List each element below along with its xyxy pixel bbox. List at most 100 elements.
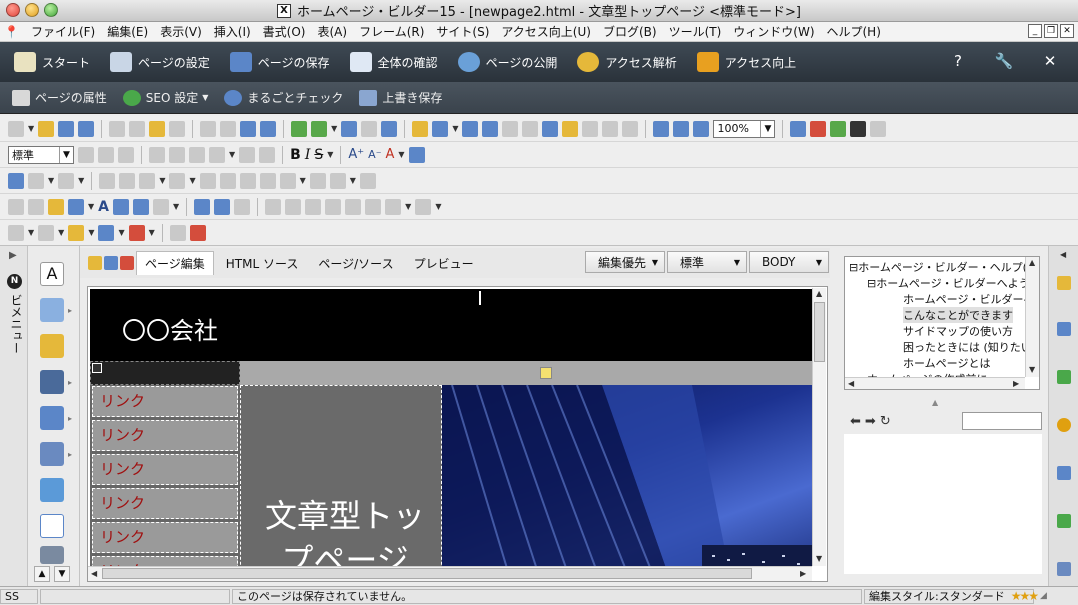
seo-settings-button[interactable]: SEO 設定 ▼ bbox=[122, 89, 208, 106]
table-delete-icon[interactable] bbox=[359, 172, 376, 189]
scroll-left-icon[interactable]: ◀ bbox=[848, 379, 854, 388]
delete-page-icon[interactable] bbox=[128, 224, 145, 241]
group-icon[interactable] bbox=[415, 198, 432, 215]
align-obj-bottom-icon[interactable] bbox=[365, 198, 382, 215]
tree-item-homepage[interactable]: ホームページとは bbox=[903, 355, 990, 371]
align-obj-left-icon[interactable] bbox=[265, 198, 282, 215]
wrench-icon[interactable]: 🔧 bbox=[994, 52, 1014, 70]
doc-restore-button[interactable]: ❐ bbox=[1044, 24, 1058, 38]
page-settings-button[interactable]: ページの設定 bbox=[110, 52, 210, 72]
table-row-icon[interactable] bbox=[28, 172, 44, 189]
tree-item-welcome[interactable]: ⊟ホームページ・ビルダーへようこ bbox=[867, 275, 1039, 291]
publish-button[interactable]: ページの公開 bbox=[457, 52, 557, 72]
tree-item-root[interactable]: ⊟ホームページ・ビルダー・ヘルプ(目 bbox=[849, 259, 1038, 275]
cell-style-icon[interactable] bbox=[259, 172, 276, 189]
find-icon[interactable] bbox=[240, 120, 257, 137]
chevron-down-icon[interactable]: ▼ bbox=[350, 176, 356, 185]
page-canvas[interactable]: 〇〇会社 リンク リンク リンク リンク リンク リンク 文章型トップページ bbox=[87, 286, 828, 582]
tab-page-source[interactable]: ページ/ソース bbox=[310, 252, 401, 275]
redo-icon[interactable] bbox=[220, 120, 237, 137]
text-art-icon[interactable] bbox=[40, 298, 64, 322]
refresh-icon[interactable]: ↻ bbox=[880, 414, 891, 429]
chevron-down-icon[interactable]: ▼ bbox=[28, 228, 34, 237]
page-tab-icon[interactable] bbox=[120, 256, 134, 270]
table-insert-palette-icon[interactable] bbox=[40, 478, 64, 502]
menu-help[interactable]: ヘルプ(H) bbox=[821, 23, 887, 40]
replace-icon[interactable] bbox=[260, 120, 277, 137]
palette-tool-icon[interactable] bbox=[1057, 276, 1071, 290]
scroll-right-icon[interactable]: ▶ bbox=[800, 569, 806, 578]
image-icon[interactable] bbox=[432, 120, 449, 137]
page-link-3[interactable]: リンク bbox=[92, 454, 238, 485]
menu-tools[interactable]: ツール(T) bbox=[663, 23, 728, 40]
scroll-up-icon[interactable]: ▲ bbox=[816, 289, 822, 298]
expand-triangle-icon[interactable]: ◀ bbox=[1060, 250, 1066, 259]
expand-triangle-icon[interactable]: ▶ bbox=[9, 250, 17, 261]
row-height-icon[interactable] bbox=[219, 172, 236, 189]
window-icon[interactable] bbox=[381, 120, 398, 137]
view-s-icon[interactable] bbox=[810, 120, 827, 137]
more-insert-icon[interactable] bbox=[40, 546, 64, 564]
help-tree[interactable]: ⊟ホームページ・ビルダー・ヘルプ(目 ⊟ホームページ・ビルダーへようこ ホームペ… bbox=[844, 256, 1040, 390]
cell-size-icon[interactable] bbox=[199, 172, 216, 189]
collapse-icon[interactable]: ⊟ bbox=[867, 277, 876, 290]
page-link-5[interactable]: リンク bbox=[92, 522, 238, 553]
yen-icon[interactable] bbox=[1057, 418, 1071, 432]
layout-icon[interactable] bbox=[341, 120, 358, 137]
edit-pencil-icon[interactable] bbox=[540, 367, 552, 379]
frame-icon[interactable] bbox=[361, 120, 378, 137]
strikethrough-icon[interactable]: S bbox=[314, 147, 323, 163]
chevron-down-icon[interactable]: ▼ bbox=[28, 124, 34, 133]
doc-minimize-button[interactable]: _ bbox=[1028, 24, 1042, 38]
marquee-icon[interactable] bbox=[562, 120, 579, 137]
chevron-down-icon[interactable]: ▼ bbox=[173, 202, 179, 211]
chevron-right-icon[interactable]: ▸ bbox=[68, 378, 72, 387]
html-tab-icon[interactable] bbox=[104, 256, 118, 270]
view-ctrl-icon[interactable] bbox=[870, 120, 887, 137]
menu-view[interactable]: 表示(V) bbox=[154, 23, 208, 40]
italic-icon[interactable]: I bbox=[305, 147, 311, 163]
align-left-icon[interactable] bbox=[78, 146, 94, 163]
overview-button[interactable]: 全体の確認 bbox=[349, 52, 438, 72]
tree-item-features[interactable]: こんなことができます bbox=[903, 307, 1013, 323]
app-menu-icon[interactable]: 📍 bbox=[4, 25, 19, 39]
tree-item-builder[interactable]: ホームページ・ビルダーへ bbox=[903, 291, 1034, 307]
tab-page-edit[interactable]: ページ編集 bbox=[136, 251, 214, 275]
list-icon[interactable] bbox=[209, 146, 225, 163]
picture-icon[interactable] bbox=[40, 370, 64, 394]
collapse-icon[interactable]: ⊟ bbox=[849, 261, 858, 274]
panel-splitter-icon[interactable]: ▲ bbox=[932, 398, 938, 407]
access-analysis-button[interactable]: アクセス解析 bbox=[577, 52, 677, 72]
chevron-right-icon[interactable]: ▸ bbox=[68, 306, 72, 315]
insert-form-icon[interactable] bbox=[311, 120, 328, 137]
align-center-icon[interactable] bbox=[98, 146, 114, 163]
list-insert-palette-icon[interactable] bbox=[40, 514, 64, 538]
align-right-icon[interactable] bbox=[118, 146, 134, 163]
tree-horizontal-scrollbar[interactable]: ◀ ▶ bbox=[845, 377, 1025, 389]
align-obj-center-icon[interactable] bbox=[285, 198, 302, 215]
chevron-down-icon[interactable]: ▼ bbox=[452, 124, 458, 133]
chevron-down-icon[interactable]: ▼ bbox=[58, 228, 64, 237]
new-page-icon[interactable] bbox=[8, 224, 24, 241]
font-bigger-icon[interactable]: A⁺ bbox=[348, 147, 364, 162]
menu-access[interactable]: アクセス向上(U) bbox=[495, 23, 597, 40]
edit-style-icon[interactable] bbox=[602, 120, 619, 137]
layout-insert-icon[interactable] bbox=[40, 442, 64, 466]
chevron-down-icon[interactable]: ▼ bbox=[331, 124, 337, 133]
font-color-icon[interactable]: A bbox=[386, 147, 395, 162]
inspect-icon[interactable] bbox=[622, 120, 639, 137]
cell-align-icon[interactable] bbox=[139, 172, 156, 189]
page-link-2[interactable]: リンク bbox=[92, 420, 238, 451]
start-button[interactable]: スタート bbox=[14, 52, 90, 72]
cut-icon[interactable] bbox=[109, 120, 126, 137]
menu-file[interactable]: ファイル(F) bbox=[25, 23, 101, 40]
image-insert-icon[interactable] bbox=[68, 198, 84, 215]
zoom-select[interactable]: 100% ▼ bbox=[713, 119, 776, 138]
font-smaller-icon[interactable]: A⁻ bbox=[368, 148, 381, 161]
form-icon[interactable] bbox=[502, 120, 519, 137]
forward-arrow-icon[interactable]: ➡ bbox=[865, 414, 876, 429]
book-icon[interactable] bbox=[189, 224, 206, 241]
minimize-window-button[interactable] bbox=[25, 3, 39, 17]
cell-valign-icon[interactable] bbox=[169, 172, 186, 189]
indent-icon[interactable] bbox=[259, 146, 276, 163]
